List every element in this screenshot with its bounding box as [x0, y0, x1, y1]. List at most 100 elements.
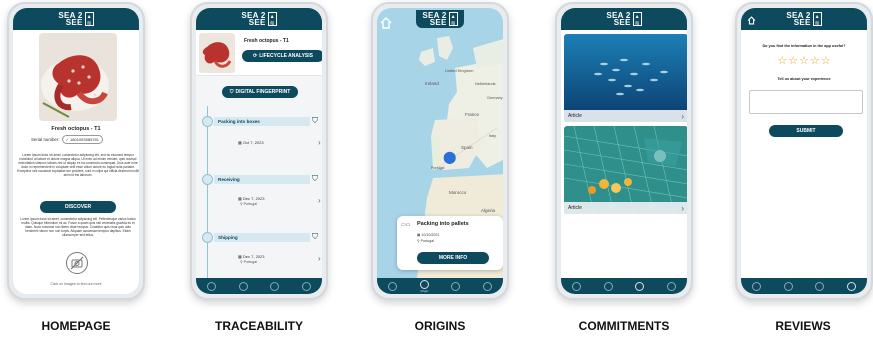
- trace-nav-icon[interactable]: [572, 281, 582, 291]
- reviews-screen: SEA 2 SEE ▴ ≋ Do you find the information …: [741, 8, 867, 294]
- discover-button[interactable]: DISCOVER: [40, 201, 116, 213]
- app-header: SEA 2 SEE ▴ ≋: [561, 8, 687, 30]
- verified-shield-icon: ⛉: [312, 174, 318, 183]
- map-label: France: [465, 112, 480, 117]
- lifecycle-analysis-button[interactable]: ⟳ LIFECYCLE ANALYSIS: [242, 50, 322, 62]
- map-label: Ireland: [425, 81, 439, 86]
- calendar-icon: ▦: [238, 196, 242, 201]
- step-dot-icon: [202, 174, 213, 185]
- map-label: Algeria: [481, 208, 496, 213]
- chat-nav-icon[interactable]: [666, 281, 676, 291]
- phone-commitments: SEA 2 SEE ▴ ≋ Article › Article ›: [555, 2, 693, 300]
- experience-textarea[interactable]: [749, 90, 863, 114]
- popup-place: Portugal: [420, 239, 435, 243]
- step-date-row: ▦ Dec 7, 2023: [238, 196, 264, 201]
- timeline-step[interactable]: Receiving ⛉ ▦ Dec 7, 2023 ⚲ Portugal ›: [196, 174, 322, 228]
- star-icon[interactable]: ☆: [788, 54, 798, 67]
- map-label: Portugal: [431, 166, 445, 170]
- octopus-image[interactable]: [39, 33, 117, 121]
- trace-nav-icon[interactable]: [752, 281, 762, 291]
- brand-logo: SEA 2 SEE ▴ ≋: [786, 12, 822, 27]
- commitments-screen: SEA 2 SEE ▴ ≋ Article › Article ›: [561, 8, 687, 294]
- location-popup: ▭▭ Packing into pallets ▦ 10/10/2022 ⚲ P…: [397, 216, 503, 270]
- map-label: Spain: [461, 145, 473, 150]
- fish-nav-icon[interactable]: [451, 281, 461, 291]
- fish-nav-icon[interactable]: [635, 281, 645, 291]
- phone-homepage: SEA 2 SEE ▴ ≋ Fresh octopus - T1 Serial …: [7, 2, 145, 300]
- map-label: United Kingdom: [445, 68, 474, 73]
- more-info-button[interactable]: MORE INFO: [417, 252, 489, 264]
- bottom-nav: [561, 278, 687, 294]
- traceability-screen: SEA 2 SEE ▴ ≋ Fresh octopus - T1 ⟳ LIFECYC…: [196, 8, 322, 294]
- product-header: Fresh octopus - T1 ⟳ LIFECYCLE ANALYSIS: [196, 30, 322, 76]
- globe-nav-icon[interactable]: [238, 281, 248, 291]
- phone-traceability: SEA 2 SEE ▴ ≋ Fresh octopus - T1 ⟳ LIFECYC…: [190, 2, 328, 300]
- trace-nav-icon[interactable]: [388, 281, 398, 291]
- step-place: Portugal: [243, 260, 258, 264]
- home-icon[interactable]: [746, 13, 757, 25]
- serial-value: 1801093589781: [70, 137, 99, 142]
- step-date-row: ▦ Oct 7, 2023: [238, 140, 264, 145]
- popup-place-row: ⚲ Portugal: [417, 239, 434, 243]
- pin-icon: ⚲: [417, 239, 420, 243]
- app-header: SEA 2 SEE ▴ ≋: [13, 8, 139, 30]
- map-label: Morocco: [449, 190, 467, 195]
- brand-emblem-icon: ▴ ≋: [812, 12, 822, 27]
- app-header: SEA 2 SEE ▴ ≋: [377, 8, 503, 30]
- chat-nav-icon[interactable]: [301, 281, 311, 291]
- map-label: Netherlands: [475, 82, 496, 86]
- globe-nav-icon[interactable]: [603, 281, 613, 291]
- bottom-nav: [196, 278, 322, 294]
- brand-logo: SEA 2 SEE ▴ ≋: [416, 10, 464, 28]
- lifecycle-label: LIFECYCLE ANALYSIS: [259, 53, 313, 59]
- no-image-icon[interactable]: [66, 252, 88, 274]
- origin-nav-item[interactable]: Origin: [419, 279, 429, 293]
- product-name: Fresh octopus - T1: [51, 126, 101, 132]
- app-header: SEA 2 SEE ▴ ≋: [196, 8, 322, 30]
- step-place: Portugal: [243, 202, 258, 206]
- timeline-step[interactable]: Packing into boxes ⛉ ▦ Oct 7, 2023 ›: [196, 116, 322, 170]
- chevron-right-icon[interactable]: ›: [318, 138, 321, 147]
- app-header: SEA 2 SEE ▴ ≋: [741, 8, 867, 30]
- submit-button[interactable]: SUBMIT: [769, 125, 843, 137]
- article-card[interactable]: Article ›: [564, 34, 687, 122]
- serial-label: Serial number:: [31, 137, 60, 142]
- step-place-row: ⚲ Portugal: [240, 260, 257, 264]
- article-card[interactable]: Article ›: [564, 126, 687, 214]
- pin-icon: ⚲: [240, 202, 243, 206]
- chat-nav-icon[interactable]: [846, 281, 856, 291]
- map-pin-icon[interactable]: ⬤: [443, 150, 456, 164]
- fish-nav-icon[interactable]: [270, 281, 280, 291]
- experience-label: Tell us about your experience: [777, 77, 831, 81]
- chat-nav-icon[interactable]: [482, 281, 492, 291]
- calendar-icon: ▦: [417, 233, 421, 237]
- globe-nav-icon[interactable]: [783, 281, 793, 291]
- product-name: Fresh octopus - T1: [244, 38, 289, 44]
- map-label: Germany: [487, 96, 503, 100]
- popup-date-row: ▦ 10/10/2022: [417, 233, 439, 237]
- chevron-right-icon: ›: [681, 111, 684, 121]
- brand-emblem-icon: ▴ ≋: [448, 12, 458, 27]
- review-question: Do you find the information in the app u…: [762, 44, 846, 48]
- phone-origins: Ireland United Kingdom France Spain Port…: [371, 2, 509, 300]
- star-icon[interactable]: ☆: [799, 54, 809, 67]
- origins-screen: Ireland United Kingdom France Spain Port…: [377, 8, 503, 294]
- star-icon[interactable]: ☆: [777, 54, 787, 67]
- brand-emblem-icon: ▴ ≋: [267, 12, 277, 27]
- step-date: Oct 7, 2023: [242, 140, 264, 145]
- intro-paragraph: Lorem ipsum dolor sit amet, consectetur …: [17, 153, 139, 177]
- digital-fingerprint-button[interactable]: ⛉ DIGITAL FINGERPRINT: [222, 86, 298, 98]
- brand-line2: SEE: [429, 18, 447, 27]
- star-icon[interactable]: ☆: [821, 54, 831, 67]
- bottom-nav: [741, 278, 867, 294]
- chevron-right-icon[interactable]: ›: [318, 254, 321, 263]
- fingerprint-label: DIGITAL FINGERPRINT: [235, 89, 291, 95]
- chevron-right-icon[interactable]: ›: [318, 196, 321, 205]
- brand-line2: SEE: [248, 18, 266, 27]
- brand-emblem-icon: ▴ ≋: [84, 12, 94, 27]
- trace-nav-icon[interactable]: [207, 281, 217, 291]
- brand-logo: SEA 2 SEE ▴ ≋: [606, 12, 642, 27]
- fish-nav-icon[interactable]: [815, 281, 825, 291]
- verified-shield-icon: ⛉: [312, 232, 318, 241]
- star-icon[interactable]: ☆: [810, 54, 820, 67]
